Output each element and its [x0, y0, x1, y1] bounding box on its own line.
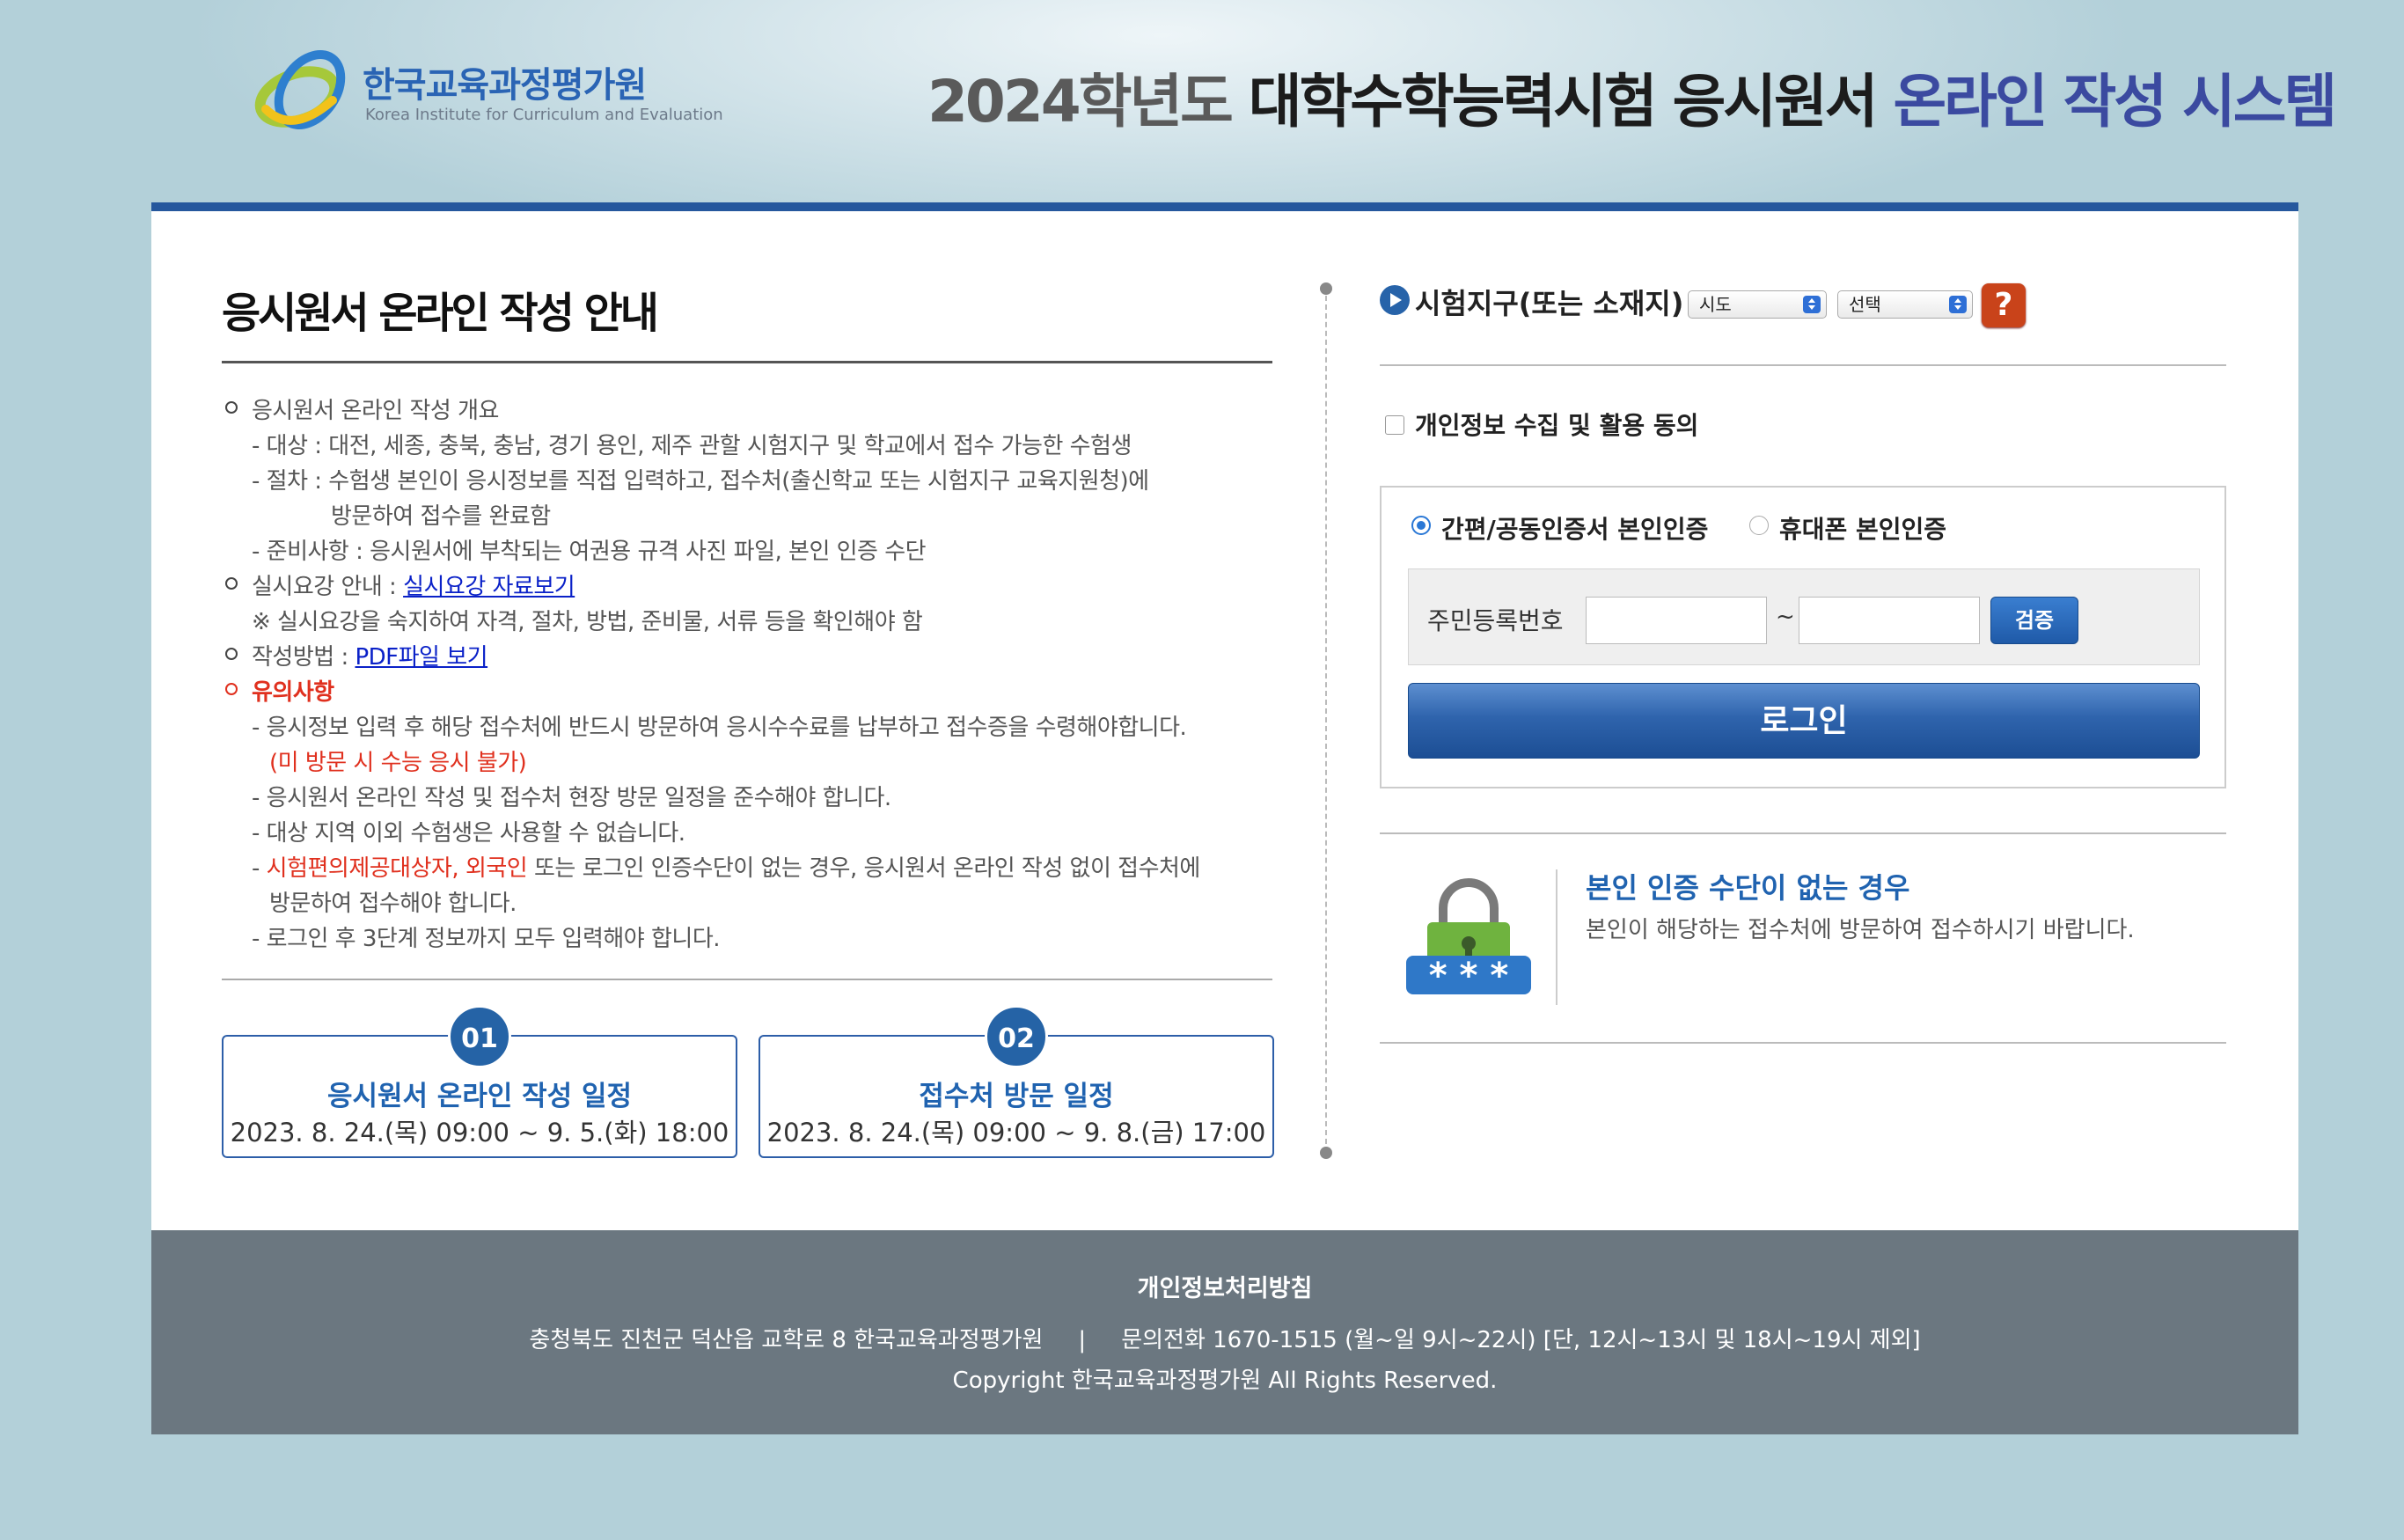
caution-steps: - 로그인 후 3단계 정보까지 모두 입력해야 합니다. [252, 926, 721, 952]
guide-manual-row: 실시요강 안내 : 실시요강 자료보기 [252, 568, 575, 601]
title-year: 2024학년도 [927, 68, 1234, 136]
sido-select[interactable]: 시도 [1688, 290, 1827, 319]
lock-icon: * * * [1406, 878, 1531, 996]
caution-visit-warning: (미 방문 시 수능 응시 불가) [269, 750, 527, 776]
footer-contact-row: 충청북도 진천군 덕산읍 교학로 8 한국교육과정평가원 | 문의전화 1670-1… [151, 1322, 2298, 1354]
phone-auth-label[interactable]: 휴대폰 본인인증 [1779, 510, 1946, 546]
guide-target: - 대상 : 대전, 세종, 충북, 충남, 경기 용인, 제주 관할 시험지구… [252, 433, 1132, 459]
consent-label[interactable]: 개인정보 수집 및 활용 동의 [1415, 407, 1698, 442]
caution-schedule: - 응시원서 온라인 작성 및 접수처 현장 방문 일정을 준수해야 합니다. [252, 785, 891, 811]
guide-prep: - 준비사항 : 응시원서에 부착되는 여권용 규격 사진 파일, 본인 인증 … [252, 539, 927, 565]
schedule-title: 접수처 방문 일정 [919, 1081, 1114, 1112]
cert-auth-radio[interactable] [1411, 516, 1431, 535]
guide-procedure: - 절차 : 수험생 본인이 응시정보를 직접 입력하고, 접수처(출신학교 또… [252, 468, 1149, 495]
privacy-policy-link[interactable]: 개인정보처리방침 [151, 1269, 2298, 1303]
sido-select-value: 시도 [1699, 294, 1732, 315]
divider-dot-bottom [1320, 1147, 1332, 1159]
id-number-back-input[interactable] [1799, 597, 1980, 644]
site-footer: 개인정보처리방침 충청북도 진천군 덕산읍 교학로 8 한국교육과정평가원 | 문의… [151, 1230, 2298, 1434]
title-system: 온라인 작성 시스템 [1893, 68, 2337, 136]
divider-dot-top [1320, 282, 1332, 295]
logo-english-name: Korea Institute for Curriculum and Evalu… [365, 106, 723, 124]
id-number-separator: ~ [1776, 604, 1795, 630]
phone-auth-radio[interactable] [1749, 516, 1769, 535]
bullet-icon [225, 683, 238, 695]
schedule-date: 2023. 8. 24.(목) 09:00 ~ 9. 5.(화) 18:00 [230, 1118, 729, 1148]
login-button[interactable]: 로그인 [1408, 683, 2200, 759]
kice-logo-icon [254, 50, 346, 129]
noauth-title: 본인 인증 수단이 없는 경우 [1586, 871, 1910, 905]
footer-separator: | [1078, 1327, 1087, 1353]
consent-checkbox[interactable] [1385, 415, 1404, 435]
guide-title-divider [222, 361, 1272, 363]
caution-exception-cont: 방문하여 접수해야 합니다. [269, 891, 517, 917]
guide-bottom-divider [222, 979, 1272, 980]
noauth-top-divider [1380, 832, 2226, 834]
schedule-date: 2023. 8. 24.(목) 09:00 ~ 9. 8.(금) 17:00 [766, 1118, 1266, 1148]
caution-heading: 유의사항 [252, 679, 334, 706]
help-button[interactable]: ? [1982, 283, 2026, 327]
guide-title: 응시원서 온라인 작성 안내 [222, 289, 659, 338]
id-number-label: 주민등록번호 [1427, 606, 1564, 635]
bullet-icon [225, 648, 238, 660]
caution-exception-target: 시험편의제공대상자, 외국인 [266, 855, 528, 882]
schedule-card-visit: 02 접수처 방문 일정 2023. 8. 24.(목) 09:00 ~ 9. … [759, 1005, 1274, 1158]
region-divider [1380, 364, 2226, 366]
pdf-view-link[interactable]: PDF파일 보기 [355, 644, 487, 671]
cert-auth-label[interactable]: 간편/공동인증서 본인인증 [1441, 510, 1708, 546]
footer-contact: 문의전화 1670-1515 (월~일 9시~22시) [단, 12시~13시 … [1121, 1327, 1921, 1353]
schedule-number-badge: 01 [448, 1005, 511, 1068]
logo-korean-name: 한국교육과정평가원 [363, 65, 647, 106]
guide-overview: 응시원서 온라인 작성 개요 [252, 398, 499, 424]
guide-manual-note: ※ 실시요강을 숙지하여 자격, 절차, 방법, 준비물, 서류 등을 확인해야… [252, 609, 923, 635]
kice-logo[interactable]: 한국교육과정평가원 Korea Institute for Curriculum… [248, 39, 723, 150]
noauth-separator [1556, 869, 1557, 1005]
guide-method-row: 작성방법 : PDF파일 보기 [252, 639, 488, 671]
caution-exception: - 시험편의제공대상자, 외국인 또는 로그인 인증수단이 없는 경우, 응시원… [252, 850, 1200, 883]
footer-copyright: Copyright 한국교육과정평가원 All Rights Reserved. [952, 1368, 1498, 1394]
district-select-value: 선택 [1849, 294, 1881, 315]
select-arrows-icon [1949, 296, 1967, 313]
guide-procedure-cont: 방문하여 접수를 완료함 [331, 503, 551, 530]
lock-code-text: * * * [1429, 956, 1509, 996]
caution-exception-text: 또는 로그인 인증수단이 없는 경우, 응시원서 온라인 작성 없이 접수처에 [527, 855, 1200, 882]
id-number-front-input[interactable] [1586, 597, 1767, 644]
caution-visit: - 응시정보 입력 후 해당 접수처에 반드시 방문하여 응시수수료를 납부하고… [252, 715, 1187, 741]
noauth-description: 본인이 해당하는 접수처에 방문하여 접수하시기 바랍니다. [1586, 917, 2135, 943]
title-main: 대학수학능력시험 응시원서 [1248, 68, 1879, 136]
district-select[interactable]: 선택 [1837, 290, 1973, 319]
system-title: 2024학년도 대학수학능력시험 응시원서 온라인 작성 시스템 [927, 55, 2337, 139]
caution-exception-dash: - [252, 855, 267, 882]
column-divider [1325, 287, 1327, 1153]
schedule-title: 응시원서 온라인 작성 일정 [326, 1081, 633, 1112]
verify-button[interactable]: 검증 [1990, 597, 2078, 644]
select-arrows-icon [1803, 296, 1821, 313]
site-header: 한국교육과정평가원 Korea Institute for Curriculum… [0, 0, 2404, 202]
play-bullet-icon [1380, 285, 1410, 315]
schedule-number-badge: 02 [985, 1005, 1048, 1068]
region-label: 시험지구(또는 소재지) [1415, 287, 1684, 320]
guide-method-label: 작성방법 : [252, 644, 355, 671]
noauth-bottom-divider [1380, 1042, 2226, 1044]
bullet-icon [225, 401, 238, 414]
footer-address: 충청북도 진천군 덕산읍 교학로 8 한국교육과정평가원 [529, 1327, 1044, 1353]
caution-region: - 대상 지역 이외 수험생은 사용할 수 없습니다. [252, 820, 685, 847]
manual-download-link[interactable]: 실시요강 자료보기 [403, 574, 575, 600]
bullet-icon [225, 577, 238, 590]
schedule-card-online: 01 응시원서 온라인 작성 일정 2023. 8. 24.(목) 09:00 … [222, 1005, 737, 1158]
guide-manual-label: 실시요강 안내 : [252, 574, 404, 600]
